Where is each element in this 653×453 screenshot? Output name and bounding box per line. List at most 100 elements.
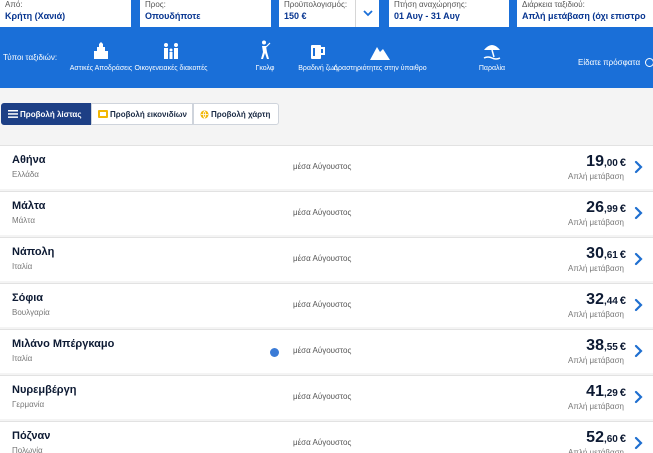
chevron-right-icon[interactable] <box>634 436 643 453</box>
trip-type-outdoor[interactable]: Δραστηριότητες στην ύπαιθρο <box>325 40 435 72</box>
list-view-button[interactable]: Προβολή λίστας <box>1 103 91 125</box>
trip-type: Απλή μετάβαση <box>568 402 624 411</box>
price: 26,99 € <box>586 199 626 217</box>
mountain-icon <box>325 40 435 60</box>
chevron-right-icon[interactable] <box>634 252 643 271</box>
list-view-label: Προβολή λίστας <box>20 109 82 119</box>
price-currency: € <box>619 203 626 215</box>
travel-period: μέσα Αύγουστος <box>293 346 352 355</box>
globe-icon <box>200 110 209 119</box>
travel-period: μέσα Αύγουστος <box>293 162 352 171</box>
price-decimal: ,60 <box>603 434 618 445</box>
duration-label: Διάρκεια ταξιδιού: <box>522 0 585 9</box>
table-row[interactable]: Αθήνα Ελλάδα μέσα Αύγουστος 19,00 € Απλή μετά… <box>0 145 653 189</box>
price: 19,00 € <box>586 153 626 171</box>
price-currency: € <box>619 249 626 261</box>
table-row[interactable]: Νυρεμβέργη Γερμανία μέσα Αύγουστος 41,29 € Απ… <box>0 375 653 419</box>
price-whole: 32 <box>586 291 604 308</box>
table-row[interactable]: Νάπολη Ιταλία μέσα Αύγουστος 30,61 € Απλή μετ… <box>0 237 653 281</box>
price-decimal: ,99 <box>603 204 618 215</box>
from-field[interactable]: Από: Κρήτη (Χανιά) <box>0 0 131 27</box>
price-decimal: ,61 <box>603 250 618 261</box>
trip-type-label: Παραλία <box>478 65 506 72</box>
history-icon[interactable] <box>645 58 653 67</box>
dates-label: Πτήση αναχώρησης: <box>394 0 467 9</box>
destination-city: Νάπολη <box>12 246 55 258</box>
trip-duration-field[interactable]: Διάρκεια ταξιδιού: Απλή μετάβαση (όχι επ… <box>517 0 653 27</box>
icon-view-label: Προβολή εικονιδίων <box>110 109 187 119</box>
chevron-right-icon[interactable] <box>634 160 643 179</box>
destination-country: Ελλάδα <box>12 170 39 179</box>
budget-label: Προϋπολογισμός: <box>284 0 348 9</box>
price-decimal: ,44 <box>603 296 618 307</box>
price-decimal: ,55 <box>603 342 618 353</box>
destination-city: Μάλτα <box>12 200 46 212</box>
info-icon[interactable] <box>270 348 279 357</box>
price-decimal: ,00 <box>603 158 618 169</box>
travel-period: μέσα Αύγουστος <box>293 208 352 217</box>
chevron-down-icon[interactable] <box>355 0 379 27</box>
price-whole: 38 <box>586 337 604 354</box>
price-whole: 19 <box>586 153 604 170</box>
destination-country: Ιταλία <box>12 354 33 363</box>
price: 30,61 € <box>586 245 626 263</box>
price-whole: 52 <box>586 429 604 446</box>
destination-city: Νυρεμβέργη <box>12 384 77 396</box>
grid-icon <box>98 110 108 118</box>
destination-country: Γερμανία <box>12 400 45 409</box>
price-currency: € <box>619 433 626 445</box>
search-header: Από: Κρήτη (Χανιά) Προς: Οπουδήποτε Προϋ… <box>0 0 653 88</box>
destination-country: Πολωνία <box>12 446 43 453</box>
trip-type: Απλή μετάβαση <box>568 172 624 181</box>
icon-view-button[interactable]: Προβολή εικονιδίων <box>91 103 193 125</box>
map-view-label: Προβολή χάρτη <box>211 109 271 119</box>
beach-icon <box>437 40 547 60</box>
table-row[interactable]: Πόζναν Πολωνία μέσα Αύγουστος 52,60 € Απλή με… <box>0 421 653 453</box>
from-label: Από: <box>5 0 23 9</box>
price-whole: 30 <box>586 245 604 262</box>
price-currency: € <box>619 157 626 169</box>
chevron-right-icon[interactable] <box>634 206 643 225</box>
trip-type: Απλή μετάβαση <box>568 218 624 227</box>
recently-viewed-link[interactable]: Είδατε πρόσφατα <box>578 58 640 67</box>
destination-country: Βουλγαρία <box>12 308 50 317</box>
destination-country: Ιταλία <box>12 262 33 271</box>
from-value[interactable]: Κρήτη (Χανιά) <box>5 11 65 21</box>
to-label: Προς: <box>145 0 166 9</box>
list-icon <box>8 110 18 118</box>
travel-period: μέσα Αύγουστος <box>293 254 352 263</box>
price-currency: € <box>619 295 626 307</box>
budget-value[interactable]: 150 € <box>284 11 307 21</box>
trip-type-beach[interactable]: Παραλία <box>437 40 547 72</box>
chevron-right-icon[interactable] <box>634 390 643 409</box>
destination-city: Μιλάνο Μπέργκαμο <box>12 338 115 350</box>
trip-type: Απλή μετάβαση <box>568 448 624 453</box>
trip-type: Απλή μετάβαση <box>568 264 624 273</box>
price-whole: 26 <box>586 199 604 216</box>
travel-period: μέσα Αύγουστος <box>293 300 352 309</box>
dates-value[interactable]: 01 Αυγ - 31 Αυγ <box>394 11 460 21</box>
destination-city: Αθήνα <box>12 154 46 166</box>
table-row[interactable]: Μιλάνο Μπέργκαμο Ιταλία μέσα Αύγουστος 38,5… <box>0 329 653 373</box>
travel-period: μέσα Αύγουστος <box>293 438 352 447</box>
price-whole: 41 <box>586 383 604 400</box>
to-field[interactable]: Προς: Οπουδήποτε <box>140 0 271 27</box>
budget-field[interactable]: Προϋπολογισμός: 150 € <box>279 0 379 27</box>
price: 52,60 € <box>586 429 626 447</box>
departure-dates-field[interactable]: Πτήση αναχώρησης: 01 Αυγ - 31 Αυγ <box>389 0 509 27</box>
table-row[interactable]: Μάλτα Μάλτα μέσα Αύγουστος 26,99 € Απλή μετάβ… <box>0 191 653 235</box>
price: 38,55 € <box>586 337 626 355</box>
price-currency: € <box>619 387 626 399</box>
map-view-button[interactable]: Προβολή χάρτη <box>193 103 279 125</box>
price-decimal: ,29 <box>603 388 618 399</box>
duration-value[interactable]: Απλή μετάβαση (όχι επιστρο <box>522 11 646 21</box>
chevron-right-icon[interactable] <box>634 298 643 317</box>
trip-type: Απλή μετάβαση <box>568 310 624 319</box>
to-value[interactable]: Οπουδήποτε <box>145 11 201 21</box>
destination-city: Πόζναν <box>12 430 51 442</box>
travel-period: μέσα Αύγουστος <box>293 392 352 401</box>
chevron-right-icon[interactable] <box>634 344 643 363</box>
table-row[interactable]: Σόφια Βουλγαρία μέσα Αύγουστος 32,44 € Απλή μ… <box>0 283 653 327</box>
trip-type-label: Δραστηριότητες στην ύπαιθρο <box>333 65 427 72</box>
trip-type: Απλή μετάβαση <box>568 356 624 365</box>
